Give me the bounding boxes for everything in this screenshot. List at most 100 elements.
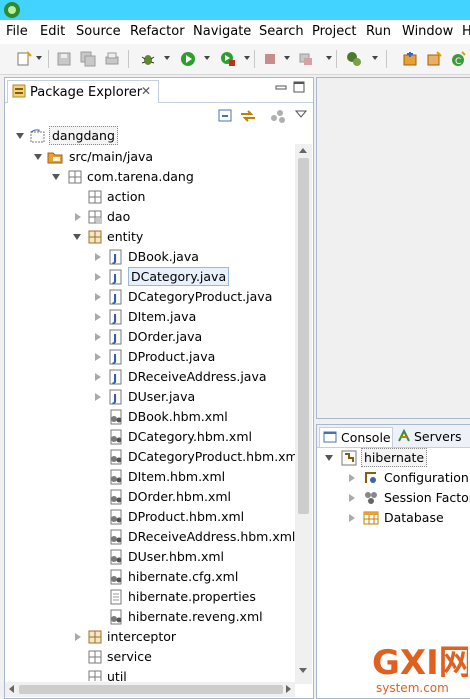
expand-closed-icon[interactable] (75, 213, 81, 221)
expand-closed-icon[interactable] (95, 393, 101, 401)
tree-row-package[interactable]: interceptor (5, 627, 295, 647)
tree-row-file[interactable]: hibernate.reveng.xml (5, 607, 295, 627)
tree-row-file[interactable]: DItem.hbm.xml (5, 467, 295, 487)
new-dropdown-icon[interactable] (36, 56, 42, 60)
expand-open-icon[interactable] (16, 133, 24, 139)
tree-row-file[interactable]: DOrder.hbm.xml (5, 487, 295, 507)
coverage-dropdown-icon[interactable] (372, 56, 378, 60)
tree-row-package[interactable]: util (5, 667, 295, 681)
tree-row-file[interactable]: J DReceiveAddress.java (5, 367, 295, 387)
scroll-right-icon[interactable] (286, 685, 291, 693)
tree-row-database[interactable]: Database (317, 508, 470, 528)
tree-row-file[interactable]: DCategory.hbm.xml (5, 427, 295, 447)
tree-row-subpackage[interactable]: action (5, 187, 295, 207)
tab-console[interactable]: Console (319, 427, 393, 447)
tree-row-source-folder[interactable]: src/main/java (5, 147, 295, 167)
tree-row-file[interactable]: J DCategory.java (5, 267, 295, 287)
tab-package-explorer[interactable]: Package Explorer ✕ (7, 80, 159, 103)
print-icon[interactable] (104, 51, 120, 67)
tree-row-file[interactable]: DReceiveAddress.hbm.xml (5, 527, 295, 547)
focus-active-task-icon[interactable] (269, 107, 287, 125)
expand-closed-icon[interactable] (95, 333, 101, 341)
menu-refactor[interactable]: Refactor (130, 24, 185, 39)
expand-closed-icon[interactable] (95, 253, 101, 261)
new-package-icon[interactable] (426, 51, 442, 67)
new-java-project-icon[interactable] (402, 51, 418, 67)
link-with-editor-icon[interactable] (239, 107, 257, 125)
menu-run[interactable]: Run (366, 24, 391, 39)
tree-row-file[interactable]: J DBook.java (5, 247, 295, 267)
tree-row-subpackage[interactable]: entity (5, 227, 295, 247)
tree-row-file[interactable]: J DUser.java (5, 387, 295, 407)
run-icon[interactable] (180, 51, 196, 67)
tree-row-file[interactable]: J DCategoryProduct.java (5, 287, 295, 307)
tree-row-session-factory[interactable]: Session Factory (317, 488, 470, 508)
stop-dropdown-icon[interactable] (284, 56, 290, 60)
tree-row-file[interactable]: hibernate.properties (5, 587, 295, 607)
tree-row-project[interactable]: dangdang (5, 126, 295, 146)
minimize-icon[interactable] (275, 81, 287, 93)
tree-row-file[interactable]: J DProduct.java (5, 347, 295, 367)
close-icon[interactable]: ✕ (141, 84, 151, 98)
tree-row-file[interactable]: DProduct.hbm.xml (5, 507, 295, 527)
expand-closed-icon[interactable] (95, 293, 101, 301)
stop-icon[interactable] (262, 51, 278, 67)
tab-servers[interactable]: Servers (395, 427, 470, 446)
expand-closed-icon[interactable] (349, 494, 355, 502)
menu-source[interactable]: Source (76, 24, 121, 39)
expand-closed-icon[interactable] (75, 633, 81, 641)
new-icon[interactable] (16, 51, 32, 67)
tree-row-subpackage[interactable]: dao (5, 207, 295, 227)
vertical-scroll-thumb[interactable] (298, 158, 309, 514)
expand-open-icon[interactable] (73, 234, 81, 240)
run-dropdown-icon[interactable] (204, 56, 210, 60)
scroll-down-icon[interactable] (299, 668, 307, 673)
menu-edit[interactable]: Edit (40, 24, 65, 39)
vertical-scrollbar[interactable] (295, 144, 312, 684)
collapse-all-icon[interactable] (217, 107, 235, 125)
tree-row-file[interactable]: J DItem.java (5, 307, 295, 327)
tree-row-hibernate[interactable]: hibernate (317, 448, 470, 468)
debug-dropdown-icon[interactable] (164, 56, 170, 60)
save-all-icon[interactable] (80, 51, 96, 67)
debug-icon[interactable] (140, 51, 156, 67)
expand-closed-icon[interactable] (95, 373, 101, 381)
view-menu-icon[interactable] (294, 108, 308, 118)
deploy-dropdown-icon[interactable] (326, 56, 332, 60)
tree-row-file[interactable]: DCategoryProduct.hbm.xml (5, 447, 301, 467)
menu-help[interactable]: H (462, 24, 470, 39)
tree-row-package[interactable]: service (5, 647, 295, 667)
expand-closed-icon[interactable] (95, 313, 101, 321)
package-explorer-title: Package Explorer (30, 85, 143, 100)
menu-search[interactable]: Search (259, 24, 304, 39)
menu-window[interactable]: Window (402, 24, 453, 39)
expand-closed-icon[interactable] (95, 273, 101, 281)
run-external-icon[interactable] (220, 51, 236, 67)
tree-row-configuration[interactable]: Configuration (317, 468, 470, 488)
horizontal-scroll-thumb[interactable] (19, 685, 283, 694)
expand-open-icon[interactable] (34, 154, 42, 160)
expand-closed-icon[interactable] (349, 474, 355, 482)
tree-row-file[interactable]: DUser.hbm.xml (5, 547, 295, 567)
expand-closed-icon[interactable] (349, 514, 355, 522)
tree-row-file[interactable]: hibernate.cfg.xml (5, 567, 295, 587)
save-icon[interactable] (56, 51, 72, 67)
new-class-icon[interactable]: C (450, 51, 466, 67)
maximize-icon[interactable] (293, 81, 305, 93)
scroll-up-icon[interactable] (299, 148, 307, 153)
tree-row-file[interactable]: J DOrder.java (5, 327, 295, 347)
menu-file[interactable]: File (6, 24, 28, 39)
scroll-left-icon[interactable] (9, 685, 14, 693)
hibernate-xml-icon (108, 409, 124, 425)
deploy-icon[interactable] (298, 51, 314, 67)
tree-row-file[interactable]: DBook.hbm.xml (5, 407, 295, 427)
menu-project[interactable]: Project (312, 24, 356, 39)
expand-closed-icon[interactable] (95, 353, 101, 361)
tree-row-package[interactable]: com.tarena.dang (5, 167, 295, 187)
expand-open-icon[interactable] (52, 174, 60, 180)
expand-open-icon[interactable] (325, 455, 333, 461)
menu-navigate[interactable]: Navigate (193, 24, 251, 39)
horizontal-scrollbar[interactable] (5, 682, 295, 697)
coverage-icon[interactable] (346, 51, 362, 67)
run-external-dropdown-icon[interactable] (244, 56, 250, 60)
